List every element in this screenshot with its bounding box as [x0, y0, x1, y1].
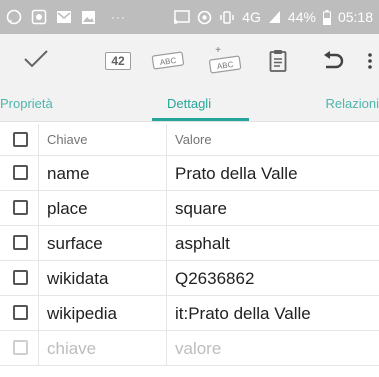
row-checkbox[interactable]: [13, 165, 28, 180]
clock: 05:18: [337, 9, 373, 25]
key-column-header: Chiave: [47, 132, 88, 147]
table-row: wikidata Q2636862: [0, 261, 379, 296]
paste-button[interactable]: [263, 34, 293, 88]
whatsapp-icon: [6, 9, 22, 25]
value-field[interactable]: Prato della Valle: [175, 164, 298, 184]
value-field[interactable]: square: [175, 199, 227, 219]
row-checkbox[interactable]: [13, 200, 28, 215]
abc-tag-icon: ABC: [151, 51, 185, 70]
screen-record-icon: [31, 9, 47, 25]
table-row: wikipedia it:Prato della Valle: [0, 296, 379, 331]
abc-add-tag-icon: + ABC: [208, 45, 242, 74]
action-toolbar: 42 ABC + ABC: [0, 34, 379, 88]
vibrate-icon: [219, 10, 235, 25]
more-vert-icon: [368, 53, 372, 69]
status-bar: ··· 4G 44% 05:18: [0, 0, 379, 34]
check-icon: [23, 48, 49, 75]
value-column-header: Valore: [175, 132, 212, 147]
network-type: 4G: [242, 9, 261, 25]
table-header: Chiave Valore: [0, 124, 379, 156]
value-field[interactable]: asphalt: [175, 234, 230, 254]
signal-icon: [268, 10, 281, 24]
key-field[interactable]: surface: [47, 234, 103, 254]
value-field[interactable]: Q2636862: [175, 269, 254, 289]
value-field[interactable]: it:Prato della Valle: [175, 304, 311, 324]
key-field[interactable]: name: [47, 164, 90, 184]
svg-text:+: +: [215, 45, 221, 56]
table-row: name Prato della Valle: [0, 156, 379, 191]
new-key-input[interactable]: chiave: [47, 339, 96, 359]
numeric-tag-button[interactable]: 42: [98, 34, 138, 88]
text-tag-button[interactable]: ABC: [148, 34, 188, 88]
new-tag-row: chiave valore: [0, 331, 379, 366]
tab-divider: [0, 121, 379, 122]
image-icon: [81, 10, 96, 25]
tag-table: Chiave Valore name Prato della Valle pla…: [0, 124, 379, 366]
battery-percent: 44%: [287, 9, 316, 25]
numeric-tag-icon: 42: [105, 52, 131, 70]
cast-icon: [173, 9, 190, 25]
confirm-button[interactable]: [18, 34, 54, 88]
key-field[interactable]: wikipedia: [47, 304, 117, 324]
mail-icon: [56, 10, 72, 24]
undo-icon: [324, 51, 344, 69]
undo-button[interactable]: [318, 34, 348, 88]
key-field[interactable]: wikidata: [47, 269, 108, 289]
select-all-checkbox[interactable]: [13, 132, 28, 147]
add-text-tag-button[interactable]: + ABC: [205, 34, 245, 88]
row-checkbox[interactable]: [13, 305, 28, 320]
row-checkbox[interactable]: [13, 235, 28, 250]
tab-dettagli[interactable]: Dettagli: [167, 96, 211, 111]
row-checkbox[interactable]: [13, 270, 28, 285]
battery-icon: [322, 9, 331, 25]
new-row-checkbox: [13, 340, 28, 355]
table-row: place square: [0, 191, 379, 226]
tab-relazioni[interactable]: Relazioni: [326, 96, 379, 111]
table-row: surface asphalt: [0, 226, 379, 261]
tab-bar: Proprietà Dettagli Relazioni: [0, 88, 379, 121]
overflow-menu-button[interactable]: [364, 34, 376, 88]
key-field[interactable]: place: [47, 199, 88, 219]
clipboard-icon: [269, 50, 287, 72]
nfc-icon: [197, 10, 212, 25]
new-value-input[interactable]: valore: [175, 339, 221, 359]
more-notifications: ···: [111, 10, 126, 24]
tab-proprieta[interactable]: Proprietà: [0, 96, 53, 111]
